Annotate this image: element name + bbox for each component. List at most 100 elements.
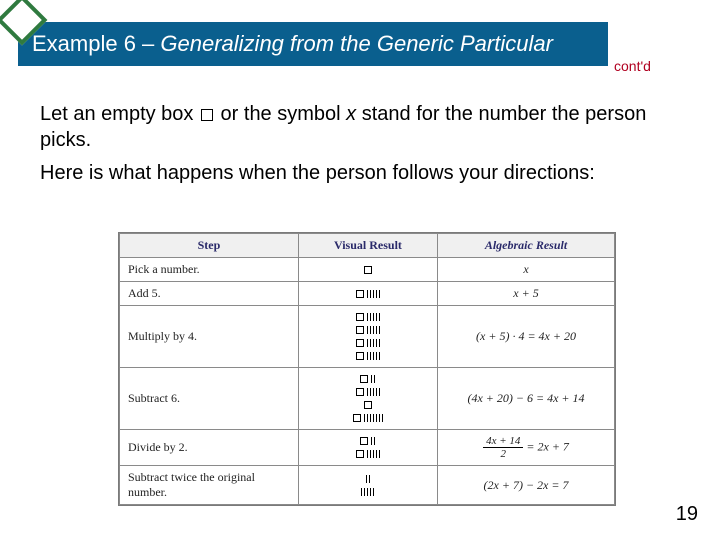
tick-icon <box>371 437 372 445</box>
tick-icon <box>370 488 371 496</box>
tick-icon <box>373 352 374 360</box>
cell-algebraic: (4x + 20) − 6 = 4x + 14 <box>438 368 615 430</box>
cell-visual <box>298 368 437 430</box>
table-row: Pick a number. x <box>120 258 615 282</box>
title-text: Example 6 – Generalizing from the Generi… <box>32 31 553 57</box>
tick-icon <box>376 388 377 396</box>
tick-icon <box>379 352 380 360</box>
tick-icon <box>370 290 371 298</box>
cell-visual <box>298 282 437 306</box>
tick-icon <box>379 313 380 321</box>
tick-icon <box>370 326 371 334</box>
th-step: Step <box>120 234 299 258</box>
steps-table: Step Visual Result Algebraic Result Pick… <box>118 232 616 506</box>
table-row: Subtract 6. (4x + 20) − 6 = 4x + 14 <box>120 368 615 430</box>
contd-label: cont'd <box>614 58 651 74</box>
p1-a: Let an empty box <box>40 103 199 125</box>
tick-icon <box>367 290 368 298</box>
tick-icon <box>373 339 374 347</box>
tick-icon <box>366 475 367 483</box>
tick-icon <box>373 450 374 458</box>
tick-icon <box>379 450 380 458</box>
tick-icon <box>373 388 374 396</box>
tick-icon <box>370 388 371 396</box>
tick-icon <box>376 326 377 334</box>
tick-icon <box>376 450 377 458</box>
cell-step: Pick a number. <box>120 258 299 282</box>
table-row: Add 5. x + 5 <box>120 282 615 306</box>
square-icon <box>353 414 361 422</box>
table-row: Divide by 2. 4x + 142 = 2x + 7 <box>120 430 615 466</box>
tick-icon <box>367 414 368 422</box>
tick-icon <box>373 414 374 422</box>
cell-visual <box>298 466 437 505</box>
p1-b: or the symbol <box>215 103 346 125</box>
square-icon <box>360 375 368 383</box>
title-bar: Example 6 – Generalizing from the Generi… <box>18 22 608 66</box>
cell-visual <box>298 258 437 282</box>
tick-icon <box>367 326 368 334</box>
box-icon <box>201 109 213 121</box>
p1-x: x <box>346 103 356 125</box>
tick-icon <box>374 375 375 383</box>
tick-icon <box>373 290 374 298</box>
square-icon <box>356 313 364 321</box>
cell-visual <box>298 306 437 368</box>
tick-icon <box>370 450 371 458</box>
cell-step: Subtract 6. <box>120 368 299 430</box>
tick-icon <box>373 326 374 334</box>
tick-icon <box>379 339 380 347</box>
table-row: Subtract twice the original number. (2x … <box>120 466 615 505</box>
tick-icon <box>379 414 380 422</box>
slide-number: 19 <box>676 503 698 526</box>
square-icon <box>356 326 364 334</box>
tick-icon <box>367 339 368 347</box>
square-icon <box>356 352 364 360</box>
title-italic: Generalizing from the Generic Particular <box>160 31 553 56</box>
body-text: Let an empty box or the symbol x stand f… <box>40 102 680 195</box>
tick-icon <box>367 313 368 321</box>
cell-visual <box>298 430 437 466</box>
tick-icon <box>376 290 377 298</box>
slide: Example 6 – Generalizing from the Generi… <box>0 0 720 540</box>
th-visual: Visual Result <box>298 234 437 258</box>
cell-step: Add 5. <box>120 282 299 306</box>
paragraph-1: Let an empty box or the symbol x stand f… <box>40 102 680 153</box>
tick-icon <box>361 488 362 496</box>
tick-icon <box>367 388 368 396</box>
tick-icon <box>370 352 371 360</box>
tick-icon <box>364 488 365 496</box>
table-row: Multiply by 4. (x + 5) · 4 = 4x + 20 <box>120 306 615 368</box>
example-label: Example 6 – <box>32 31 160 56</box>
tick-icon <box>367 352 368 360</box>
th-algebraic: Algebraic Result <box>438 234 615 258</box>
cell-step: Subtract twice the original number. <box>120 466 299 505</box>
cell-algebraic: x + 5 <box>438 282 615 306</box>
square-icon <box>364 401 372 409</box>
square-icon <box>356 388 364 396</box>
cell-algebraic: x <box>438 258 615 282</box>
square-icon <box>356 290 364 298</box>
tick-icon <box>367 488 368 496</box>
tick-icon <box>376 414 377 422</box>
tick-icon <box>367 450 368 458</box>
cell-algebraic: (x + 5) · 4 = 4x + 20 <box>438 306 615 368</box>
tick-icon <box>379 290 380 298</box>
tick-icon <box>374 437 375 445</box>
tick-icon <box>376 313 377 321</box>
tick-icon <box>373 313 374 321</box>
table-header-row: Step Visual Result Algebraic Result <box>120 234 615 258</box>
cell-step: Multiply by 4. <box>120 306 299 368</box>
tick-icon <box>382 414 383 422</box>
tick-icon <box>364 414 365 422</box>
square-icon <box>364 266 372 274</box>
tick-icon <box>371 375 372 383</box>
square-icon <box>360 437 368 445</box>
cell-algebraic: (2x + 7) − 2x = 7 <box>438 466 615 505</box>
cell-step: Divide by 2. <box>120 430 299 466</box>
square-icon <box>356 450 364 458</box>
tick-icon <box>376 352 377 360</box>
tick-icon <box>376 339 377 347</box>
tick-icon <box>369 475 370 483</box>
tick-icon <box>370 313 371 321</box>
